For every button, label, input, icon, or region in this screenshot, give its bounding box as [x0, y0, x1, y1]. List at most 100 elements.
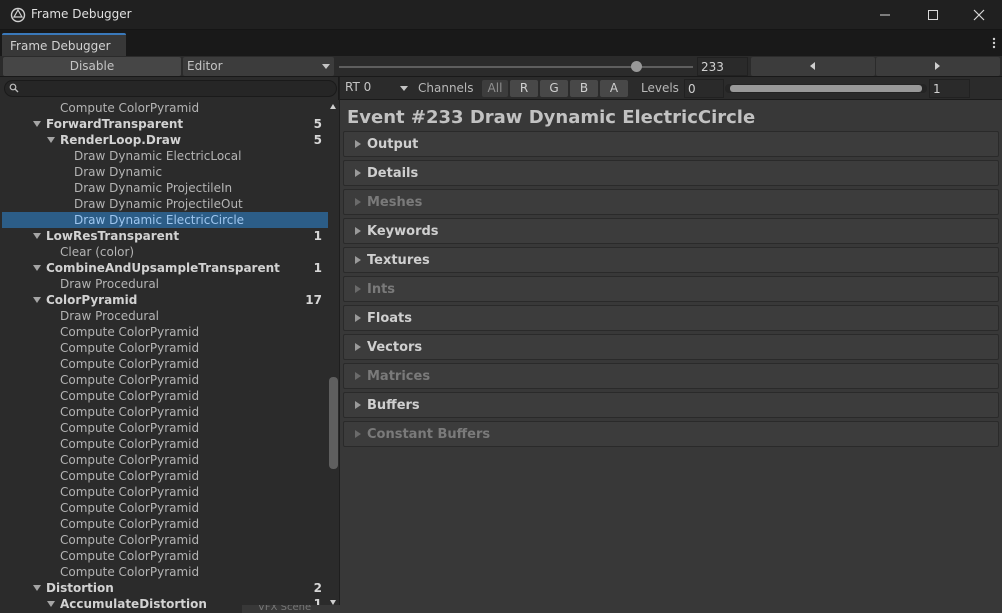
tree-row-count: 2 — [313, 581, 322, 595]
channel-all-button[interactable]: All — [482, 80, 508, 97]
tree-event-row[interactable]: Compute ColorPyramid — [2, 452, 328, 468]
event-title: Event #233 Draw Dynamic ElectricCircle — [347, 107, 756, 128]
tree-row-count: 5 — [313, 133, 322, 147]
tree-row-label: Compute ColorPyramid — [60, 421, 200, 435]
render-target-bar: RT 0 Channels All R G B A Levels 0 1 — [340, 77, 1002, 100]
expand-triangle-icon[interactable] — [33, 265, 41, 271]
event-index-field[interactable]: 233 — [697, 57, 748, 76]
foldout-label: Output — [367, 137, 419, 152]
tree-row-label: CombineAndUpsampleTransparent — [46, 261, 280, 275]
tree-row-count: 1 — [313, 261, 322, 275]
foldout-vectors[interactable]: Vectors — [343, 334, 999, 360]
tree-event-row[interactable]: Clear (color) — [2, 244, 328, 260]
expand-triangle-icon[interactable] — [33, 297, 41, 303]
foldout-arrow-icon — [355, 401, 361, 409]
tree-event-row[interactable]: Compute ColorPyramid — [2, 404, 328, 420]
foldout-keywords[interactable]: Keywords — [343, 218, 999, 244]
event-slider-thumb[interactable] — [631, 61, 643, 72]
channels-label: Channels — [418, 81, 474, 95]
tree-event-row[interactable]: Compute ColorPyramid — [2, 516, 328, 532]
previous-event-button[interactable] — [751, 57, 875, 76]
tree-group-row[interactable]: RenderLoop.Draw 5 — [2, 132, 328, 148]
next-event-button[interactable] — [876, 57, 1000, 76]
disable-button[interactable]: Disable — [3, 57, 181, 76]
tree-row-label: Compute ColorPyramid — [60, 325, 200, 339]
foldout-floats[interactable]: Floats — [343, 305, 999, 331]
maximize-button[interactable] — [910, 0, 956, 30]
level-min-field[interactable]: 0 — [684, 79, 724, 98]
tree-row-label: Draw Dynamic ElectricCircle — [74, 213, 245, 227]
scroll-up-icon[interactable] — [330, 104, 336, 109]
foldout-textures[interactable]: Textures — [343, 247, 999, 273]
scrollbar-thumb[interactable] — [329, 377, 338, 469]
tree-group-row[interactable]: ForwardTransparent 5 — [2, 116, 328, 132]
tree-event-row[interactable]: Compute ColorPyramid — [2, 420, 328, 436]
channel-r-button[interactable]: R — [510, 80, 538, 97]
tree-row-label: Draw Dynamic ProjectileIn — [74, 181, 233, 195]
foldout-arrow-icon — [355, 198, 361, 206]
tree-event-row[interactable]: Draw Dynamic ElectricLocal — [2, 148, 328, 164]
tree-group-row[interactable]: ColorPyramid 17 — [2, 292, 328, 308]
expand-triangle-icon[interactable] — [33, 121, 41, 127]
tree-event-row[interactable]: Compute ColorPyramid — [2, 436, 328, 452]
foldout-label: Textures — [367, 253, 430, 268]
tab-bar: Frame Debugger — [0, 30, 1002, 56]
minimize-button[interactable] — [862, 0, 908, 30]
tree-row-label: Compute ColorPyramid — [60, 469, 200, 483]
render-target-dropdown[interactable]: RT 0 — [342, 79, 410, 97]
tree-row-label: Compute ColorPyramid — [60, 549, 200, 563]
levels-range-fill[interactable] — [730, 85, 922, 92]
foldout-output[interactable]: Output — [343, 131, 999, 157]
tree-group-row[interactable]: LowResTransparent 1 — [2, 228, 328, 244]
foldout-label: Meshes — [367, 195, 423, 210]
expand-triangle-icon[interactable] — [47, 137, 55, 143]
expand-triangle-icon[interactable] — [33, 233, 41, 239]
tree-event-row[interactable]: Compute ColorPyramid — [2, 500, 328, 516]
tree-event-row[interactable]: Compute ColorPyramid — [2, 388, 328, 404]
tree-scrollbar[interactable] — [328, 100, 339, 613]
search-input[interactable] — [4, 80, 337, 97]
tree-event-row[interactable]: Compute ColorPyramid — [2, 324, 328, 340]
level-max-field[interactable]: 1 — [929, 79, 970, 98]
tree-event-row[interactable]: Compute ColorPyramid — [2, 468, 328, 484]
foldout-label: Ints — [367, 282, 396, 297]
foldout-label: Details — [367, 166, 419, 181]
tree-event-row[interactable]: Compute ColorPyramid — [2, 532, 328, 548]
tree-event-row[interactable]: Draw Dynamic — [2, 164, 328, 180]
tree-event-row[interactable]: Compute ColorPyramid — [2, 548, 328, 564]
target-dropdown[interactable]: Editor — [183, 57, 334, 76]
tree-event-row[interactable]: Draw Procedural — [2, 276, 328, 292]
levels-range-slider[interactable] — [725, 84, 927, 93]
channel-b-button[interactable]: B — [570, 80, 598, 97]
foldout-details[interactable]: Details — [343, 160, 999, 186]
minimize-icon — [880, 14, 890, 16]
tree-event-row[interactable]: Compute ColorPyramid — [2, 564, 328, 580]
tree-event-row[interactable]: Draw Dynamic ElectricCircle — [2, 212, 328, 228]
tree-event-row[interactable]: Draw Dynamic ProjectileOut — [2, 196, 328, 212]
tree-event-row[interactable]: Compute ColorPyramid — [2, 356, 328, 372]
render-target-value: RT 0 — [345, 80, 372, 94]
debugger-toolbar: Disable Editor 233 — [0, 56, 1002, 77]
channel-a-button[interactable]: A — [600, 80, 628, 97]
expand-triangle-icon[interactable] — [33, 585, 41, 591]
foldout-buffers[interactable]: Buffers — [343, 392, 999, 418]
close-button[interactable] — [956, 0, 1002, 30]
tab-frame-debugger[interactable]: Frame Debugger — [2, 33, 126, 56]
tree-row-label: RenderLoop.Draw — [60, 133, 181, 147]
foldout-label: Matrices — [367, 369, 431, 384]
tree-event-row[interactable]: Compute ColorPyramid — [2, 484, 328, 500]
tree-event-row[interactable]: Draw Dynamic ProjectileIn — [2, 180, 328, 196]
more-options-icon[interactable] — [992, 37, 996, 49]
tree-group-row[interactable]: CombineAndUpsampleTransparent 1 — [2, 260, 328, 276]
tree-event-row[interactable]: Compute ColorPyramid — [2, 372, 328, 388]
tree-event-row[interactable]: Compute ColorPyramid — [2, 340, 328, 356]
expand-triangle-icon[interactable] — [47, 601, 55, 607]
tree-event-row[interactable]: Draw Procedural — [2, 308, 328, 324]
channel-g-button[interactable]: G — [540, 80, 568, 97]
tree-group-row[interactable]: Distortion 2 — [2, 580, 328, 596]
tree-event-row[interactable]: Compute ColorPyramid — [2, 100, 328, 116]
event-tree: Compute ColorPyramid ForwardTransparent 5 R… — [2, 100, 328, 613]
foldout-arrow-icon — [355, 140, 361, 148]
tree-row-label: Compute ColorPyramid — [60, 373, 200, 387]
tree-row-label: Clear (color) — [60, 245, 135, 259]
